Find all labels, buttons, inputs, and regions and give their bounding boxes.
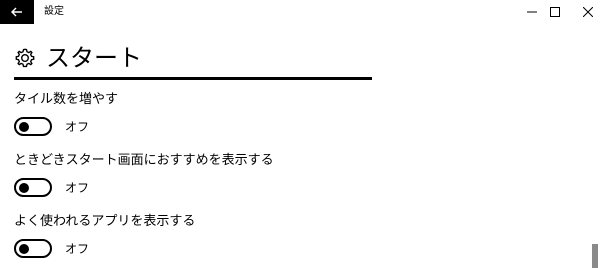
setting-label-more-tiles: タイル数を増やす [14, 92, 119, 107]
vertical-scrollbar[interactable] [589, 36, 600, 268]
toggle-knob [19, 243, 29, 254]
setting-label-suggestions: ときどきスタート画面におすすめを表示する [14, 153, 274, 168]
suggestions-toggle[interactable] [14, 178, 52, 197]
setting-row-most-used: オフ [14, 239, 89, 258]
close-button[interactable] [565, 0, 600, 24]
close-icon [583, 7, 593, 17]
setting-label-most-used: よく使われるアプリを表示する [14, 214, 196, 229]
toggle-knob [19, 121, 29, 132]
maximize-icon [550, 7, 560, 17]
most-used-toggle[interactable] [14, 239, 52, 258]
toggle-state-label: オフ [65, 180, 90, 195]
setting-row-suggestions: オフ [14, 178, 89, 197]
back-button[interactable] [0, 0, 34, 24]
title-bar: 設定 [0, 0, 600, 24]
gear-icon [15, 48, 35, 68]
toggle-state-label: オフ [65, 241, 90, 256]
back-arrow-icon [11, 7, 22, 17]
page-title: スタート [46, 44, 142, 72]
header-divider [14, 77, 372, 80]
window-title: 設定 [44, 6, 64, 17]
scrollbar-thumb[interactable] [592, 244, 598, 268]
page-header: スタート [14, 42, 142, 74]
more-tiles-toggle[interactable] [14, 117, 52, 136]
toggle-knob [19, 182, 29, 193]
toggle-state-label: オフ [65, 119, 90, 134]
setting-row-more-tiles: オフ [14, 117, 89, 136]
